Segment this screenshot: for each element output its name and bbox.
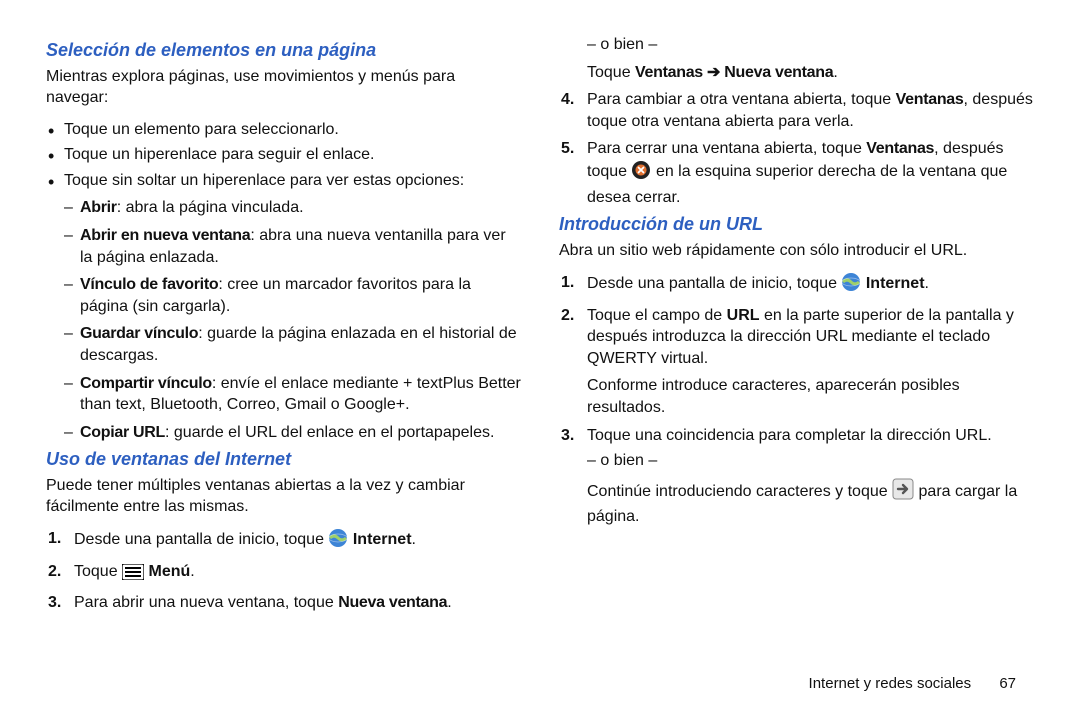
- menu-icon: [122, 564, 144, 587]
- bullet-item: Toque un hiperenlace para seguir el enla…: [46, 144, 521, 166]
- step-text: Toque una coincidencia para completar la…: [587, 427, 992, 444]
- option-item: Abrir: abra la página vinculada.: [64, 197, 521, 219]
- ventanas-intro: Puede tener múltiples ventanas abiertas …: [46, 476, 521, 518]
- option-label: Compartir vínculo: [80, 375, 212, 392]
- seleccion-intro: Mientras explora páginas, use movimiento…: [46, 67, 521, 109]
- step-alt-pre: Continúe introduciendo caracteres y toqu…: [587, 483, 892, 500]
- footer-page-number: 67: [999, 675, 1016, 692]
- step-tail: .: [447, 594, 451, 611]
- step-bold: Menú: [149, 563, 191, 580]
- option-item: Vínculo de favorito: cree un marcador fa…: [64, 274, 521, 317]
- step-tail: .: [925, 275, 929, 292]
- close-window-icon: [631, 160, 651, 187]
- option-item: Compartir vínculo: envíe el enlace media…: [64, 373, 521, 416]
- step-text: Desde una pantalla de inicio, toque: [587, 275, 841, 292]
- step-or: – o bien –: [587, 34, 1034, 56]
- two-column-layout: Selección de elementos en una página Mie…: [46, 34, 1034, 634]
- step-item: Toque Menú.: [46, 561, 521, 587]
- step-bold: Nueva ventana: [338, 594, 447, 611]
- step-or: – o bien –: [587, 450, 1034, 472]
- step-text: Para cambiar a otra ventana abierta, toq…: [587, 91, 896, 108]
- step-text: Para cerrar una ventana abierta, toque: [587, 140, 866, 157]
- option-item: Abrir en nueva ventana: abra una nueva v…: [64, 225, 521, 268]
- ventanas-steps-1-2: Desde una pantalla de inicio, toque Inte…: [46, 528, 521, 586]
- step-item: Toque el campo de URL en la parte superi…: [559, 305, 1034, 419]
- step-bold: Internet: [866, 275, 925, 292]
- option-item: Guardar vínculo: guarde la página enlaza…: [64, 323, 521, 366]
- option-label: Copiar URL: [80, 424, 165, 441]
- step-text: Toque el campo de: [587, 307, 727, 324]
- option-text: : abra la página vinculada.: [117, 199, 304, 216]
- manual-page: Selección de elementos en una página Mie…: [0, 0, 1080, 720]
- seleccion-bullets: Toque un elemento para seleccionarlo. To…: [46, 119, 521, 192]
- seleccion-options: Abrir: abra la página vinculada. Abrir e…: [64, 197, 521, 443]
- heading-url: Introducción de un URL: [559, 214, 1034, 235]
- step-item: Desde una pantalla de inicio, toque Inte…: [559, 272, 1034, 299]
- step-alt: Continúe introduciendo caracteres y toqu…: [587, 478, 1034, 528]
- option-label: Vínculo de favorito: [80, 276, 218, 293]
- step-tail: .: [412, 531, 416, 548]
- url-intro: Abra un sitio web rápidamente con sólo i…: [559, 241, 1034, 262]
- internet-globe-icon: [328, 528, 348, 555]
- step-bold: Ventanas: [866, 140, 934, 157]
- heading-ventanas: Uso de ventanas del Internet: [46, 449, 521, 470]
- option-item: Copiar URL: guarde el URL del enlace en …: [64, 422, 521, 444]
- internet-globe-icon: [841, 272, 861, 299]
- step-bold: URL: [727, 307, 760, 324]
- option-label: Abrir: [80, 199, 117, 216]
- option-text: : guarde el URL del enlace en el portapa…: [165, 424, 494, 441]
- step-item: Para cerrar una ventana abierta, toque V…: [559, 138, 1034, 208]
- bullet-item: Toque un elemento para seleccionarlo.: [46, 119, 521, 141]
- step-alt-bold: Ventanas ➔ Nueva ventana: [635, 64, 833, 81]
- page-footer: Internet y redes sociales 67: [809, 675, 1016, 692]
- go-arrow-icon: [892, 478, 914, 507]
- step-bold: Ventanas: [896, 91, 964, 108]
- step-text: Desde una pantalla de inicio, toque: [74, 531, 328, 548]
- step-item: Desde una pantalla de inicio, toque Inte…: [46, 528, 521, 555]
- step-text: Toque: [74, 563, 122, 580]
- step-text: Para abrir una nueva ventana, toque: [74, 594, 338, 611]
- url-steps: Desde una pantalla de inicio, toque Inte…: [559, 272, 1034, 528]
- step-item: Toque una coincidencia para completar la…: [559, 425, 1034, 528]
- step-item: Para cambiar a otra ventana abierta, toq…: [559, 89, 1034, 132]
- footer-chapter: Internet y redes sociales: [809, 675, 972, 692]
- step-alt: Toque Ventanas ➔ Nueva ventana.: [587, 62, 1034, 84]
- option-label: Abrir en nueva ventana: [80, 227, 250, 244]
- step-tail: .: [190, 563, 194, 580]
- bullet-item: Toque sin soltar un hiperenlace para ver…: [46, 170, 521, 192]
- step-alt-pre: Toque: [587, 64, 635, 81]
- heading-seleccion: Selección de elementos en una página: [46, 40, 521, 61]
- option-label: Guardar vínculo: [80, 325, 198, 342]
- step-alt-post: .: [833, 64, 837, 81]
- step-note: Conforme introduce caracteres, aparecerá…: [587, 375, 1034, 418]
- step-bold: Internet: [353, 531, 412, 548]
